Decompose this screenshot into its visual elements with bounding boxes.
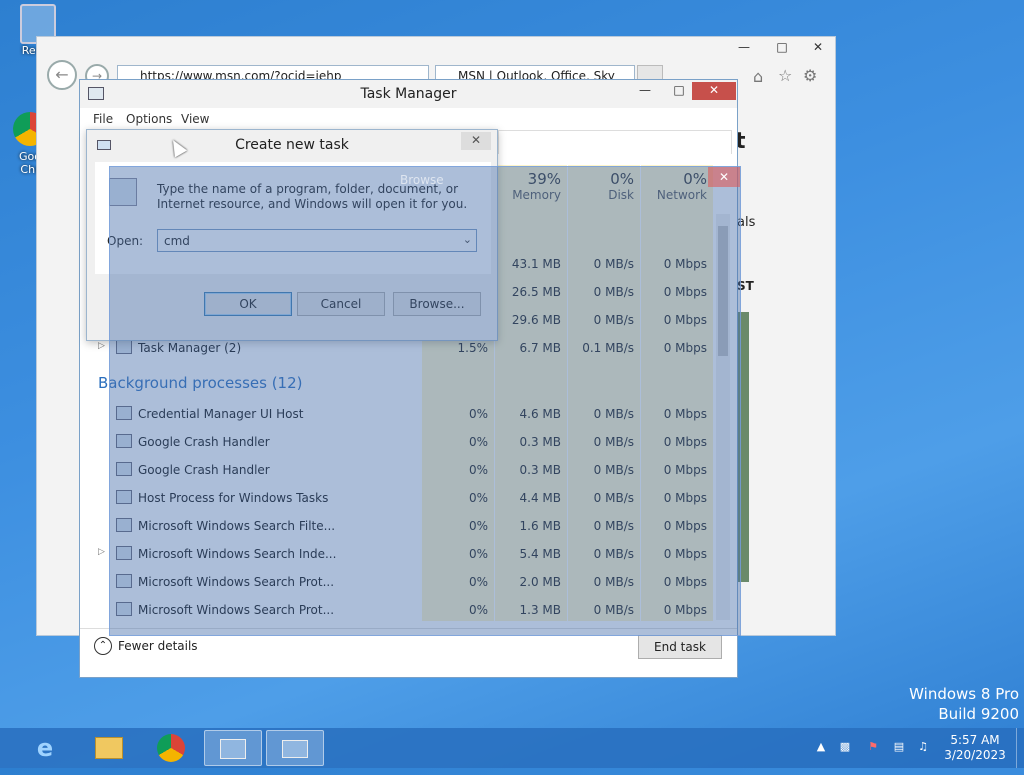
run-dialog-icon — [282, 740, 308, 758]
taskbar-ie-button[interactable]: e — [16, 730, 74, 766]
clock-date: 3/20/2023 — [944, 748, 1006, 762]
fewer-details-label: Fewer details — [118, 639, 198, 653]
tm-maximize-button[interactable]: □ — [662, 82, 696, 100]
tm-close-button[interactable]: ✕ — [692, 82, 736, 100]
menu-options-label: Options — [126, 112, 173, 126]
maximize-button[interactable]: □ — [763, 39, 801, 57]
volume-muted-icon[interactable]: ♫ — [916, 740, 930, 754]
watermark-build: Build 9200 — [938, 705, 1019, 723]
minimize-button[interactable]: — — [725, 39, 763, 57]
end-task-button[interactable]: End task — [638, 635, 722, 659]
window-drag-ghost: Browse ✕ — [109, 166, 741, 636]
taskbar: e ▲ ▩ ⚑ ▤ ♫ 5:57 AM 3/20/2023 — [0, 728, 1024, 768]
fewer-details-link[interactable]: ⌃ Fewer details — [94, 637, 198, 655]
show-desktop-button[interactable] — [1016, 728, 1024, 768]
taskbar-explorer-button[interactable] — [80, 730, 138, 766]
tray-app-icon[interactable]: ▩ — [838, 740, 852, 754]
close-button[interactable]: ✕ — [801, 39, 835, 57]
menu-options[interactable]: Options — [126, 112, 172, 126]
action-center-icon[interactable]: ⚑ — [866, 740, 880, 754]
back-arrow-icon: ← — [55, 65, 69, 84]
dialog-close-button[interactable]: ✕ — [461, 132, 491, 150]
collapse-chevron-icon: ⌃ — [94, 637, 112, 655]
taskbar-task-manager-button[interactable] — [204, 730, 262, 766]
expand-chevron-icon[interactable]: ▷ — [98, 341, 105, 351]
ghost-browse-text: Browse — [400, 173, 444, 187]
folder-icon — [95, 737, 123, 759]
ghost-close-icon: ✕ — [708, 167, 740, 187]
home-icon[interactable]: ⌂ — [753, 67, 763, 86]
expand-chevron-icon[interactable]: ▷ — [98, 547, 105, 557]
menu-view[interactable]: View — [181, 112, 209, 126]
show-hidden-icons-chevron-icon[interactable]: ▲ — [814, 740, 828, 754]
back-button[interactable]: ← — [47, 60, 77, 90]
tm-minimize-button[interactable]: — — [628, 82, 662, 100]
network-icon[interactable]: ▤ — [892, 740, 906, 754]
menu-file[interactable]: File — [93, 112, 113, 126]
chrome-icon — [157, 734, 185, 762]
taskbar-chrome-button[interactable] — [142, 730, 200, 766]
favorites-star-icon[interactable]: ☆ — [778, 66, 792, 85]
clock-time: 5:57 AM — [950, 733, 1000, 747]
menu-view-label: View — [181, 112, 210, 126]
tab-strip — [498, 130, 732, 154]
dialog-title: Create new task — [235, 137, 349, 153]
task-manager-icon — [220, 739, 246, 759]
watermark-edition: Windows 8 Pro — [909, 685, 1019, 703]
internet-explorer-icon: e — [36, 734, 54, 762]
task-manager-titlebar[interactable]: Task Manager — □ ✕ — [80, 80, 737, 108]
os-watermark: Windows 8 Pro Build 9200 — [880, 685, 1019, 723]
taskbar-run-button[interactable] — [266, 730, 324, 766]
settings-gear-icon[interactable]: ⚙ — [803, 66, 817, 85]
system-clock[interactable]: 5:57 AM 3/20/2023 — [940, 733, 1010, 763]
menu-file-label: File — [93, 112, 114, 126]
